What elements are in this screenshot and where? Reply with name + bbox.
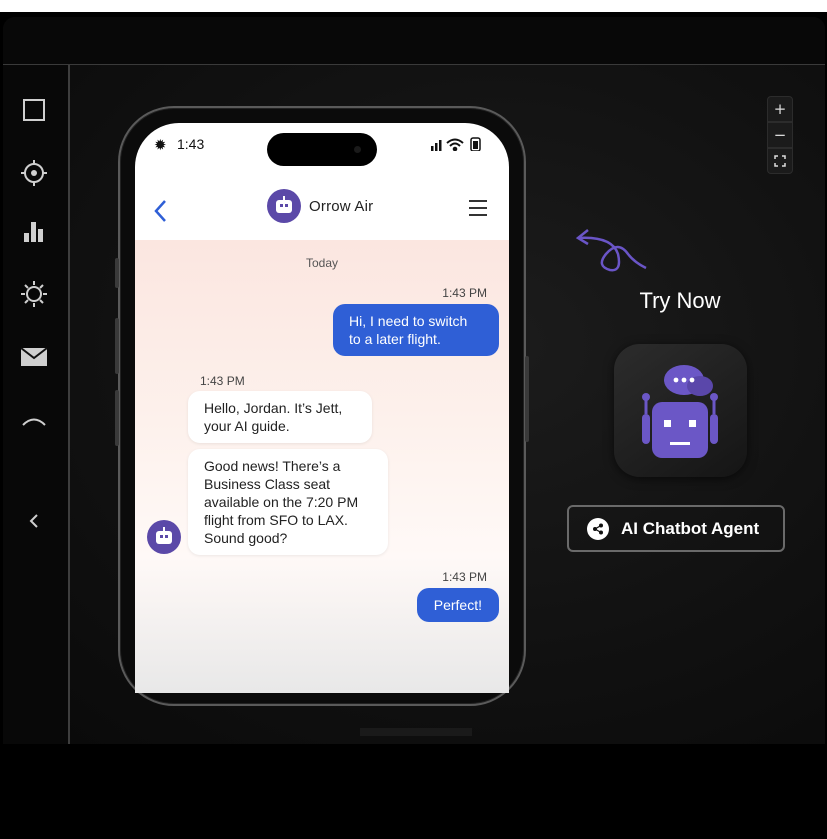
agent-button-label: AI Chatbot Agent [621,518,760,538]
status-time: 1:43 [177,136,205,152]
bot-avatar-icon [267,189,301,223]
plus-icon: + [773,100,787,118]
back-chevron-icon[interactable] [153,199,167,228]
dynamic-island [267,133,377,166]
mail-icon[interactable] [19,342,49,372]
brand: Orrow Air [267,189,373,223]
incoming-message: Hello, Jordan. It’s Jett, your AI guide. [188,391,372,443]
phone-mockup: ✹ 1:43 Orrow Air Today 1:43 PM Hi, I nee… [115,106,529,706]
try-now-label: Try Now [639,288,721,313]
zoom-out-button[interactable]: − [767,122,793,148]
status-icons [431,137,487,156]
app-title: Orrow Air [309,197,374,215]
signal-icon [431,140,442,151]
message-time: 1:43 PM [442,286,487,300]
chatbot-app-icon[interactable] [614,344,747,477]
battery-icon [470,137,481,152]
top-bar [3,17,825,65]
share-icon [587,517,609,540]
top-strip [0,0,827,12]
phone-screen: ✹ 1:43 Orrow Air Today 1:43 PM Hi, I nee… [135,123,509,693]
message-time: 1:43 PM [442,570,487,584]
curved-arrow-icon [574,226,650,279]
crosshair-icon[interactable] [19,158,49,188]
app-frame: + − ✹ 1:43 Orrow Air Today 1:43 PM Hi, I… [0,0,827,839]
wifi-icon [446,138,464,152]
fit-screen-button[interactable] [767,148,793,174]
home-indicator [360,728,472,736]
sidebar [3,65,70,744]
outgoing-message: Perfect! [416,588,499,622]
bar-chart-icon[interactable] [19,216,49,246]
menu-icon[interactable] [469,199,487,222]
ai-chatbot-agent-button[interactable]: AI Chatbot Agent [567,505,785,552]
sun-icon[interactable] [19,279,49,309]
outgoing-message: Hi, I need to switch to a later flight. [333,304,499,356]
fit-screen-icon [774,155,786,167]
message-time: 1:43 PM [200,374,245,388]
collapse-chevron-icon[interactable] [19,506,49,536]
settings-status-icon: ✹ [154,136,167,154]
incoming-message: Good news! There’s a Business Class seat a… [188,449,388,555]
minus-icon: − [773,126,787,144]
chat-area: Today 1:43 PM Hi, I need to switch to a l… [135,240,509,693]
square-icon[interactable] [19,95,49,125]
zoom-in-button[interactable]: + [767,96,793,122]
day-label: Today [305,256,339,270]
bot-avatar-icon [147,520,181,554]
arc-icon[interactable] [19,405,49,435]
